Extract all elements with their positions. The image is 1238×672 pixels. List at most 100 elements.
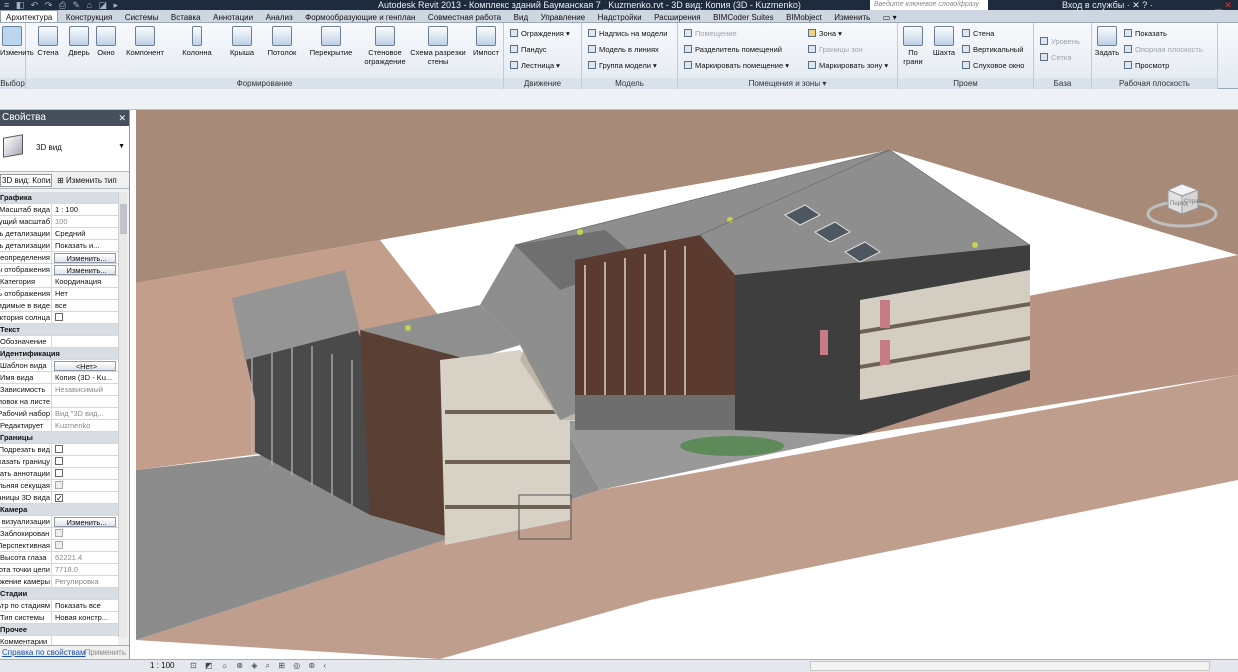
panel-room-area-title[interactable]: Помещения и зоны ▾: [678, 78, 897, 89]
curtain-system-button[interactable]: Стеновое ограждение: [360, 26, 410, 66]
property-checkbox-cell[interactable]: [52, 444, 118, 455]
property-group[interactable]: Текст: [0, 324, 118, 336]
property-checkbox-cell[interactable]: [52, 456, 118, 467]
view-scale[interactable]: 1 : 100: [150, 660, 174, 672]
ramp-button[interactable]: Пандус: [510, 45, 547, 55]
wall-opening-button[interactable]: Стена: [962, 29, 994, 39]
property-value[interactable]: все: [52, 300, 118, 311]
property-value[interactable]: Нет: [52, 288, 118, 299]
property-checkbox-cell[interactable]: [52, 540, 118, 551]
mullion-button[interactable]: Импост: [470, 26, 502, 57]
property-value[interactable]: Координация: [52, 276, 118, 287]
vertical-opening-button[interactable]: Вертикальный: [962, 45, 1023, 55]
room-separator-button[interactable]: Разделитель помещений: [684, 45, 782, 55]
tab-insert[interactable]: Вставка: [166, 11, 206, 22]
tab-structure[interactable]: Конструкция: [61, 11, 117, 22]
property-checkbox[interactable]: [55, 457, 63, 465]
floor-button[interactable]: Перекрытие: [306, 26, 356, 57]
tab-manage[interactable]: Управление: [536, 11, 590, 22]
tab-bimcoder[interactable]: BIMCoder Suites: [708, 11, 778, 22]
properties-scrollbar[interactable]: [118, 192, 127, 637]
property-edit-button[interactable]: <Нет>: [54, 361, 116, 371]
property-checkbox[interactable]: [55, 313, 63, 321]
modify-button[interactable]: Изменить: [0, 26, 34, 57]
property-value[interactable]: [52, 396, 118, 407]
tab-annotate[interactable]: Аннотации: [208, 11, 258, 22]
tab-addins[interactable]: Надстройки: [593, 11, 647, 22]
stair-button[interactable]: Лестница ▾: [510, 61, 560, 71]
property-group[interactable]: Границы: [0, 432, 118, 444]
type-selector[interactable]: 3D вид ▼: [0, 126, 129, 172]
wall-button[interactable]: Стена: [34, 26, 62, 57]
window-controls[interactable]: ▁ ✕: [1202, 0, 1232, 10]
tab-extensions[interactable]: Расширения: [649, 11, 706, 22]
property-checkbox-cell[interactable]: [52, 480, 118, 491]
property-group[interactable]: Прочее: [0, 624, 118, 636]
view-control-tools[interactable]: ⊡ ◩ ☼ ⊗ ◈ ⌕ ⊞ ◎ ⊛ ‹: [190, 660, 329, 672]
tab-massing[interactable]: Формообразующие и генплан: [300, 11, 420, 22]
property-checkbox-cell[interactable]: ✓: [52, 492, 118, 503]
property-edit-button[interactable]: Изменить...: [54, 265, 116, 275]
property-value[interactable]: Показать все: [52, 600, 118, 611]
door-button[interactable]: Дверь: [66, 26, 92, 57]
railing-button[interactable]: Ограждения ▾: [510, 29, 570, 39]
property-edit-button[interactable]: Изменить...: [54, 517, 116, 527]
property-checkbox[interactable]: [55, 445, 63, 453]
tag-room-button[interactable]: Маркировать помещение ▾: [684, 61, 789, 71]
property-edit-button[interactable]: Изменить...: [54, 253, 116, 263]
by-face-button[interactable]: По грани: [902, 26, 924, 66]
property-value[interactable]: 1 : 100: [52, 204, 118, 215]
set-work-plane-button[interactable]: Задать: [1094, 26, 1120, 57]
instance-selector[interactable]: 3D вид: Копия: [0, 174, 52, 187]
property-checkbox-cell[interactable]: [52, 468, 118, 479]
tab-architecture[interactable]: Архитектура: [0, 10, 59, 22]
property-value[interactable]: [52, 336, 118, 347]
model-line-button[interactable]: Модель в линиях: [588, 45, 659, 55]
property-group[interactable]: Графика: [0, 192, 118, 204]
viewer-button[interactable]: Просмотр: [1124, 61, 1169, 71]
property-checkbox[interactable]: ✓: [55, 494, 63, 503]
tab-bimobject[interactable]: BIMobject: [781, 11, 827, 22]
area-button[interactable]: Зона ▾: [808, 29, 842, 39]
model-group-button[interactable]: Группа модели ▾: [588, 61, 657, 71]
property-checkbox-cell[interactable]: [52, 528, 118, 539]
tab-analyze[interactable]: Анализ: [261, 11, 298, 22]
curtain-grid-button[interactable]: Схема разрезки стены: [410, 26, 466, 66]
component-button[interactable]: Компонент: [122, 26, 168, 57]
viewcube[interactable]: Перед Справа: [1146, 176, 1218, 230]
property-checkbox-cell[interactable]: [52, 312, 118, 323]
ribbon-toggle-button[interactable]: ▭ ▾: [878, 11, 902, 22]
tab-modify[interactable]: Изменить: [829, 11, 875, 22]
tab-view[interactable]: Вид: [509, 11, 533, 22]
property-group[interactable]: Камера: [0, 504, 118, 516]
sign-in-button[interactable]: Вход в службы · ✕ ? ·: [1062, 0, 1153, 10]
close-icon[interactable]: ✕: [118, 110, 126, 126]
tag-area-button[interactable]: Маркировать зону ▾: [808, 61, 888, 71]
dormer-button[interactable]: Слуховое окно: [962, 61, 1024, 71]
ref-plane-button[interactable]: Опорная плоскость: [1124, 45, 1203, 55]
apply-button[interactable]: Применить: [85, 646, 126, 659]
property-group[interactable]: Идентификация: [0, 348, 118, 360]
property-value[interactable]: Показать и...: [52, 240, 118, 251]
search-input[interactable]: Введите ключевое слово/фразу: [870, 0, 988, 10]
edit-type-button[interactable]: ⊞ Изменить тип: [57, 172, 117, 189]
tab-systems[interactable]: Системы: [120, 11, 164, 22]
property-value[interactable]: Средний: [52, 228, 118, 239]
property-value[interactable]: Новая констр...: [52, 612, 118, 623]
grid-button[interactable]: Сетка: [1040, 53, 1071, 63]
area-boundary-button[interactable]: Границы зон: [808, 45, 863, 55]
ceiling-button[interactable]: Потолок: [262, 26, 302, 57]
tab-collaborate[interactable]: Совместная работа: [423, 11, 506, 22]
column-button[interactable]: Колонна: [176, 26, 218, 57]
room-button[interactable]: Помещение: [684, 29, 737, 39]
quick-access-toolbar[interactable]: ≡ ◧ ↶ ↷ ⎙ ✎ ⌂ ◪ ▸: [4, 0, 120, 10]
roof-button[interactable]: Крыша: [224, 26, 260, 57]
horizontal-scrollbar[interactable]: [810, 661, 1210, 671]
properties-help-link[interactable]: Справка по свойствам: [2, 648, 85, 657]
show-work-plane-button[interactable]: Показать: [1124, 29, 1167, 39]
model-text-button[interactable]: Надпись на модели: [588, 29, 667, 39]
property-checkbox[interactable]: [55, 469, 63, 477]
window-button[interactable]: Окно: [94, 26, 118, 57]
3d-viewport[interactable]: [136, 110, 1238, 659]
scroll-thumb[interactable]: [120, 204, 127, 234]
